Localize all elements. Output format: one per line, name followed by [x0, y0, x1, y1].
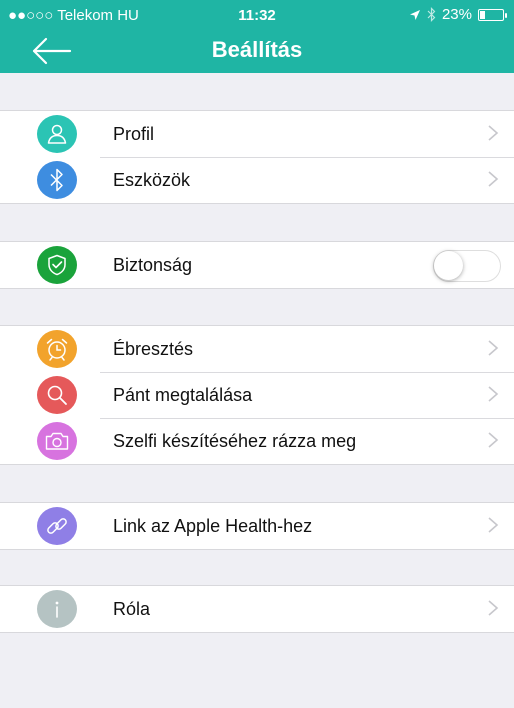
- battery-fill: [480, 10, 485, 19]
- row-label: Pánt megtalálása: [113, 385, 253, 405]
- row-rola[interactable]: Róla: [0, 586, 514, 632]
- app-header: ●●○○○ Telekom HU 11:32 23% Beállítás: [0, 0, 514, 73]
- settings-group-account: Profil Eszközök: [0, 110, 514, 204]
- location-arrow-icon: [409, 9, 420, 20]
- navigation-bar: Beállítás: [0, 30, 514, 73]
- battery-percent: 23%: [441, 6, 472, 23]
- page-title: Beállítás: [211, 37, 303, 62]
- chevron-right-icon: [488, 517, 499, 533]
- settings-group-security: Biztonság: [0, 241, 514, 289]
- row-biztonsag: Biztonság: [0, 242, 514, 288]
- row-label: Biztonság: [113, 255, 193, 275]
- row-eszkozok[interactable]: Eszközök: [0, 157, 514, 203]
- row-szelfi[interactable]: Szelfi készítéséhez rázza meg: [0, 418, 514, 464]
- row-label: Ébresztés: [113, 339, 194, 359]
- chevron-right-icon: [488, 125, 499, 141]
- bluetooth-status-icon: [427, 7, 436, 22]
- row-label: Eszközök: [113, 170, 191, 190]
- row-label: Link az Apple Health-hez: [113, 516, 313, 536]
- person-icon: [37, 115, 77, 153]
- security-toggle[interactable]: [433, 250, 501, 282]
- alarm-clock-icon: [37, 330, 77, 368]
- battery-icon: [478, 8, 507, 21]
- row-label: Róla: [113, 599, 151, 619]
- chevron-right-icon: [488, 600, 499, 616]
- row-profil[interactable]: Profil: [0, 111, 514, 157]
- status-bar: ●●○○○ Telekom HU 11:32 23%: [0, 0, 514, 30]
- camera-icon: [37, 422, 77, 460]
- settings-group-health: Link az Apple Health-hez: [0, 502, 514, 550]
- chevron-right-icon: [488, 386, 499, 402]
- status-right: 23%: [409, 6, 507, 23]
- chevron-right-icon: [488, 171, 499, 187]
- magnifier-icon: [37, 376, 77, 414]
- row-label: Szelfi készítéséhez rázza meg: [113, 431, 357, 451]
- chevron-right-icon: [488, 340, 499, 356]
- row-apple-health[interactable]: Link az Apple Health-hez: [0, 503, 514, 549]
- bluetooth-icon: [37, 161, 77, 199]
- row-pant-megtalalasa[interactable]: Pánt megtalálása: [0, 372, 514, 418]
- shield-check-icon: [37, 246, 77, 284]
- info-icon: [37, 590, 77, 628]
- row-ebresztes[interactable]: Ébresztés: [0, 326, 514, 372]
- toggle-knob: [434, 251, 463, 280]
- settings-group-about: Róla: [0, 585, 514, 633]
- row-label: Profil: [113, 124, 155, 144]
- settings-group-tools: Ébresztés Pánt megtalálása Szelfi készít…: [0, 325, 514, 465]
- link-icon: [37, 507, 77, 545]
- chevron-right-icon: [488, 432, 499, 448]
